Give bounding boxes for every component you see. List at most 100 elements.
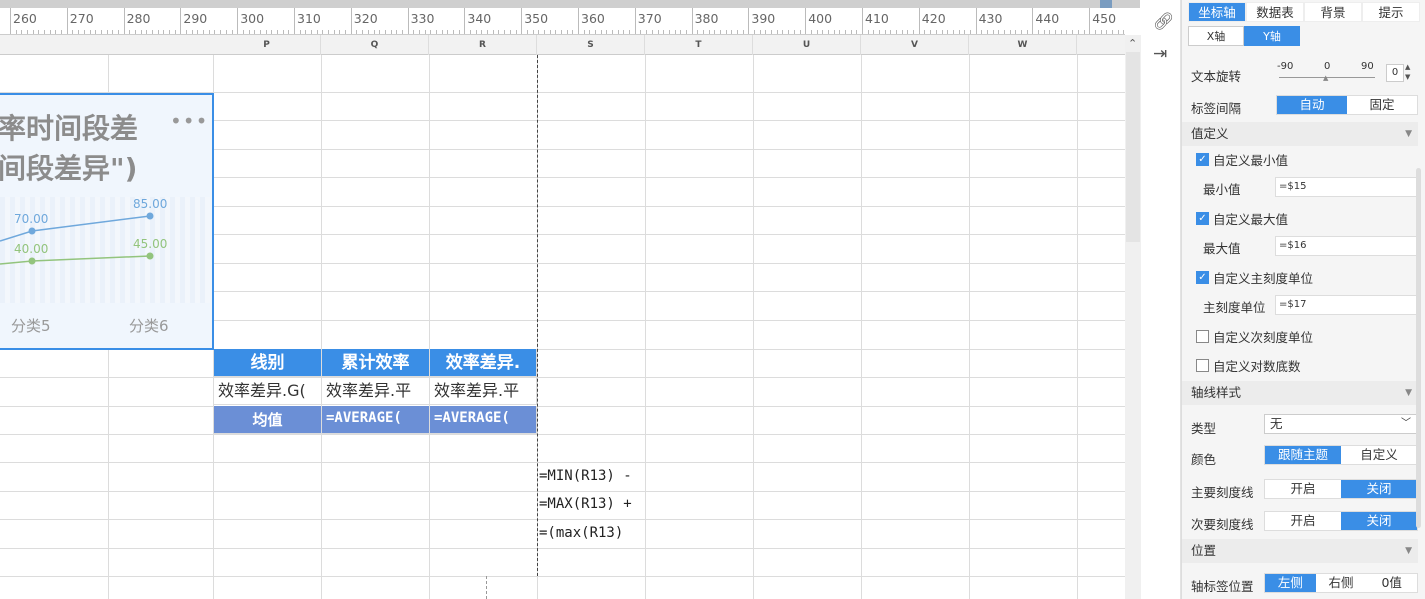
slider-knob-icon[interactable]: ▲ [1323,74,1328,82]
data-point[interactable] [28,257,36,265]
ruler-minor-tick [879,30,881,34]
ruler-minor-tick [992,30,994,34]
ruler-minor-tick [509,30,511,34]
ruler-minor-tick [629,30,631,34]
grid-hline [0,576,1125,577]
vertical-scrollbar[interactable]: ⌃ [1125,35,1141,599]
column-header-W[interactable]: W [969,35,1077,55]
column-header-R[interactable]: R [429,35,537,55]
column-header-Q[interactable]: Q [321,35,429,55]
section-axis-style[interactable]: 轴线样式 ▼ [1182,381,1418,405]
ruler-minor-tick [32,30,34,34]
ruler-minor-tick [288,30,290,34]
spacing-fixed[interactable]: 固定 [1347,96,1417,114]
ruler-minor-tick [771,30,773,34]
tab-axis[interactable]: 坐标轴 [1188,2,1246,22]
data-point[interactable] [146,212,154,220]
ruler-minor-tick [1021,30,1023,34]
tab-tooltip[interactable]: 提示 [1362,2,1420,22]
table-cell-average-label[interactable]: 均值 [214,406,322,434]
table-cell-average[interactable]: =AVERAGE( [430,406,537,434]
major-gridline-toggle[interactable]: 开启 关闭 [1264,479,1418,499]
table-cell[interactable]: 效率差异.G( [214,377,322,405]
embedded-chart[interactable]: 率时间段差 间段差异") ••• 70.00 85.00 40.00 45.00… [0,93,214,350]
table-cell[interactable]: 效率差异.平 [322,377,430,405]
column-header-P[interactable]: P [213,35,321,55]
label-spacing-label: 标签间隔 [1191,101,1242,116]
column-header-U[interactable]: U [753,35,861,55]
ruler-minor-tick [674,30,676,34]
label-pos-zero[interactable]: 0值 [1366,574,1417,592]
color-custom[interactable]: 自定义 [1341,446,1417,464]
ruler-minor-tick [157,30,159,34]
tab-datatable[interactable]: 数据表 [1246,2,1304,22]
ruler-minor-tick [504,30,506,34]
label-spacing-toggle[interactable]: 自动 固定 [1276,95,1418,115]
ruler-minor-tick [873,30,875,34]
column-header-V[interactable]: V [861,35,969,55]
table-cell[interactable]: 效率差异.平 [430,377,537,405]
column-header-S[interactable]: S [537,35,645,55]
major-off[interactable]: 关闭 [1341,480,1417,498]
major-unit-field[interactable]: =$17 [1275,295,1417,315]
section-value-definition[interactable]: 值定义 ▼ [1182,122,1418,146]
ruler-minor-tick [197,30,199,34]
major-on[interactable]: 开启 [1265,480,1341,498]
ruler-minor-tick [566,30,568,34]
minor-gridline-toggle[interactable]: 开启 关闭 [1264,511,1418,531]
table-header-cell[interactable]: 效率差异. [430,349,537,377]
table-cell-average[interactable]: =AVERAGE( [322,406,430,434]
type-select[interactable]: 无 ﹀ [1264,414,1417,434]
min-label: 最小值 [1203,182,1241,197]
section-position[interactable]: 位置 ▼ [1182,539,1418,563]
custom-max-checkbox[interactable]: ✓ 自定义最大值 [1196,209,1288,228]
scrollbar-thumb[interactable] [1126,52,1140,242]
spinner-icon[interactable]: ▲ ▼ [1405,62,1410,82]
ruler-minor-tick [1106,30,1108,34]
custom-minor-checkbox[interactable]: 自定义次刻度单位 [1196,327,1313,346]
formula-cell[interactable]: =MIN(R13) - [539,463,645,491]
label-position-toggle[interactable]: 左侧 右侧 0值 [1264,573,1418,593]
custom-min-checkbox[interactable]: ✓ 自定义最小值 [1196,150,1288,169]
data-point[interactable] [146,252,154,260]
color-toggle[interactable]: 跟随主题 自定义 [1264,445,1418,465]
tab-x-axis[interactable]: X轴 [1188,26,1244,46]
rotate-value-input[interactable]: 0 [1386,64,1404,82]
minor-on[interactable]: 开启 [1265,512,1341,530]
custom-log-checkbox[interactable]: 自定义对数底数 [1196,356,1301,375]
ruler-minor-tick [220,30,222,34]
ruler-minor-tick [453,30,455,34]
custom-major-checkbox[interactable]: ✓ 自定义主刻度单位 [1196,268,1313,287]
table-header-cell[interactable]: 累计效率 [322,349,430,377]
column-header-T[interactable]: T [645,35,753,55]
tab-y-axis[interactable]: Y轴 [1244,26,1300,46]
ruler-minor-tick [208,30,210,34]
grid-vline [1077,55,1078,599]
ruler-minor-tick [526,30,528,34]
data-label-green-1: 40.00 [14,242,49,256]
tab-background[interactable]: 背景 [1304,2,1362,22]
scroll-up-icon[interactable]: ⌃ [1128,37,1137,50]
link-icon[interactable]: 🔗︎ [1153,12,1175,32]
label-pos-left[interactable]: 左侧 [1265,574,1316,592]
color-follow-theme[interactable]: 跟随主题 [1265,446,1341,464]
import-icon[interactable]: ⇥ [1153,44,1167,64]
min-value-field[interactable]: =$15 [1275,177,1417,197]
rotate-slider[interactable]: -90 0 90 ▲ [1277,61,1377,86]
ruler-minor-tick [413,30,415,34]
spacing-auto[interactable]: 自动 [1277,96,1347,114]
label-pos-right[interactable]: 右侧 [1316,574,1367,592]
formula-cell[interactable]: =MAX(R13) + [539,491,645,519]
ruler-minor-tick [1066,30,1068,34]
formula-cell[interactable]: =(max(R13) [539,520,645,548]
grid-vline [969,55,970,599]
data-point[interactable] [28,227,36,235]
ruler-minor-tick [390,30,392,34]
checkbox-empty-icon [1196,330,1209,343]
table-header-cell[interactable]: 线别 [214,349,322,377]
minor-off[interactable]: 关闭 [1341,512,1417,530]
max-value-field[interactable]: =$16 [1275,236,1417,256]
check-icon: ✓ [1196,153,1209,166]
chart-property-panel: 坐标轴 数据表 背景 提示 X轴 Y轴 文本旋转 -90 0 90 ▲ 0 ▲ ▼… [1181,0,1425,599]
panel-scrollbar[interactable] [1416,168,1421,528]
